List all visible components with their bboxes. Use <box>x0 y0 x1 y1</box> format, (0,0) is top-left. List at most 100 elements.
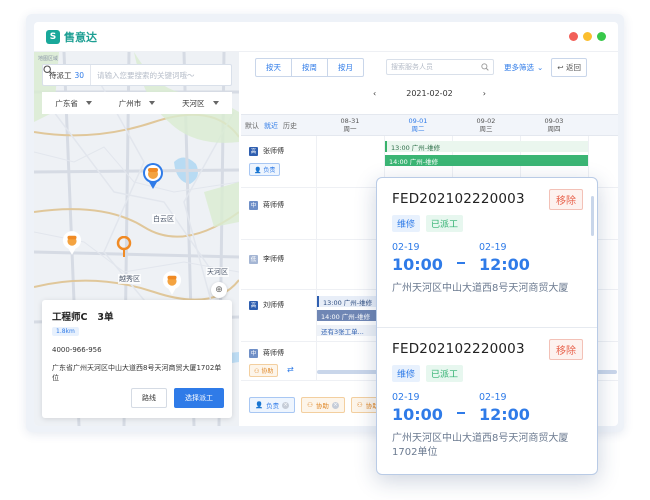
search-icon[interactable] <box>481 63 489 71</box>
worker-info: 高刘师傅 <box>249 300 284 310</box>
charge-chip[interactable]: 👤 负责 × <box>249 397 296 413</box>
engineer-card: 工程师C 3单 1.8km 4000-966-956 广东省广州天河区中山大道西… <box>42 300 232 418</box>
locate-icon[interactable]: ⊕ <box>211 282 227 298</box>
route-button[interactable]: 路线 <box>131 388 167 408</box>
schedule-slot[interactable]: 14:00 广州-维修 <box>317 310 383 321</box>
schedule-slot[interactable]: 14:00 广州-维修 <box>385 155 588 166</box>
date-navigator: ‹ 2021-02-02 › <box>241 82 618 104</box>
day-column-header: 09-01 周二 <box>384 117 452 133</box>
window-controls <box>569 32 606 41</box>
end-time: 02-19 12:00 <box>479 392 530 424</box>
remove-button[interactable]: 移除 <box>549 339 583 360</box>
filter-history[interactable]: 历史 <box>283 121 297 131</box>
day-weekday: 周一 <box>343 125 357 133</box>
staff-search-placeholder: 搜索服务人员 <box>391 63 433 71</box>
worker-level: 高 <box>249 300 258 310</box>
schedule-slot[interactable]: 13:00 广州-维修 <box>385 141 588 152</box>
day-weekday: 周四 <box>547 125 561 133</box>
maximize-window-dot[interactable] <box>597 32 606 41</box>
end-date: 02-19 <box>478 242 507 253</box>
chevron-left-icon[interactable]: ‹ <box>373 89 376 98</box>
engineer-name: 工程师C <box>52 312 88 323</box>
assist-icon: ⚇ <box>307 401 313 409</box>
filter-nearby[interactable]: 就近 <box>264 121 278 131</box>
more-orders-link[interactable]: 还有3张工单... <box>317 325 383 336</box>
end-hour: 12:00 <box>478 405 530 424</box>
more-filter-button[interactable]: 更多筛选 ⌄ <box>504 62 543 73</box>
engineer-address: 广东省广州天河区中山大道西8号天河商贸大厦1702单位 <box>52 364 222 382</box>
minimize-window-dot[interactable] <box>583 32 592 41</box>
city-select[interactable]: 广州市 <box>105 98 168 109</box>
logo-icon: S <box>46 29 60 44</box>
order-status-badge: 已派工 <box>426 365 464 382</box>
time-separator <box>456 262 465 264</box>
map-panel: 地图区域 待派工 30 请输入您要搜索的关键词哦～ 广东省 广州市 天河区 白云… <box>34 52 239 426</box>
close-icon[interactable]: × <box>331 401 339 409</box>
back-label: 返回 <box>565 62 581 72</box>
day-date: 09-01 <box>408 117 428 125</box>
engineer-orders: 3单 <box>97 312 114 323</box>
start-date: 02-19 <box>392 392 420 403</box>
engineer-card-actions: 路线 选择派工 <box>131 388 224 408</box>
sort-filters: 默认 就近 历史 <box>245 121 297 131</box>
order-time-range: 02-19 10:00 02-19 12:00 <box>392 242 583 274</box>
assist-chip[interactable]: ⚇ 协助 × <box>301 397 345 413</box>
pending-tab-count: 30 <box>74 70 85 80</box>
end-hour: 12:00 <box>478 255 530 274</box>
more-filter-label: 更多筛选 <box>504 62 534 72</box>
order-item[interactable]: FED202102220003 移除 维修 已派工 02-19 10:00 02-1… <box>377 178 597 327</box>
start-time: 02-19 10:00 <box>392 392 443 424</box>
order-address: 广州天河区中山大道西8号天河商贸大厦1702单位 <box>392 433 569 458</box>
time-separator <box>456 412 465 414</box>
map-label-tianhe: 天河区 <box>206 267 229 277</box>
remove-button[interactable]: 移除 <box>549 189 583 210</box>
district-value: 天河区 <box>182 98 205 108</box>
back-button[interactable]: ↩ 返回 <box>551 57 587 77</box>
user-icon: 👤 <box>255 401 264 409</box>
worker-name: 李师傅 <box>263 255 284 263</box>
engineer-distance: 1.8km <box>52 327 79 336</box>
engineer-pin-icon[interactable] <box>142 162 164 190</box>
assist-tag: ⚇ 协助 <box>249 364 279 377</box>
select-dispatch-button[interactable]: 选择派工 <box>174 388 224 408</box>
map-search-bar: 待派工 30 请输入您要搜索的关键词哦～ <box>42 64 232 86</box>
app-logo-text: 售意达 <box>64 30 97 44</box>
day-date: 09-02 <box>476 117 496 125</box>
view-week-tab[interactable]: 按周 <box>292 58 328 76</box>
location-pin-icon[interactable] <box>116 236 132 258</box>
map-search-input[interactable]: 请输入您要搜索的关键词哦～ <box>91 70 213 81</box>
assist-chip-label: 协助 <box>315 402 329 410</box>
close-window-dot[interactable] <box>569 32 578 41</box>
engineer-pin-icon[interactable] <box>162 270 182 296</box>
day-column-header: 09-02 周三 <box>452 117 520 133</box>
assist-icon: ⚇ <box>254 368 260 375</box>
caret-down-icon <box>149 101 156 105</box>
order-status-badge: 已派工 <box>426 215 464 232</box>
district-select[interactable]: 天河区 <box>169 98 232 109</box>
engineer-name-line: 工程师C 3单 <box>52 309 222 323</box>
province-select[interactable]: 广东省 <box>42 98 105 109</box>
worker-name: 刘师傅 <box>263 301 284 309</box>
engineer-phone: 4000-966-956 <box>52 346 102 354</box>
swap-icon[interactable]: ⇄ <box>287 365 294 374</box>
order-address: 广州天河区中山大道西8号天河商贸大厦 <box>392 283 569 294</box>
start-hour: 10:00 <box>392 405 443 424</box>
map[interactable]: 地图区域 待派工 30 请输入您要搜索的关键词哦～ 广东省 广州市 天河区 白云… <box>34 52 239 426</box>
engineer-pin-icon[interactable] <box>62 230 82 256</box>
order-list-popup: FED202102220003 移除 维修 已派工 02-19 10:00 02-1… <box>376 177 598 475</box>
assist-tag-label: 协助 <box>261 368 274 375</box>
view-month-tab[interactable]: 按月 <box>328 59 363 76</box>
close-icon[interactable]: × <box>282 401 290 409</box>
schedule-toolbar: 按天 按周 按月 搜索服务人员 更多筛选 ⌄ ↩ 返回 <box>241 52 618 82</box>
staff-search-input[interactable]: 搜索服务人员 <box>386 59 494 75</box>
end-date: 02-19 <box>478 392 507 403</box>
schedule-slot[interactable]: 13:00 广州-维修 <box>317 296 383 307</box>
worker-name: 张师傅 <box>263 147 284 155</box>
city-value: 广州市 <box>118 98 142 108</box>
charge-chip-label: 负责 <box>266 402 280 410</box>
worker-info: 中蒋师傅 <box>249 348 284 358</box>
view-day-tab[interactable]: 按天 <box>256 58 292 76</box>
chevron-right-icon[interactable]: › <box>483 89 486 98</box>
filter-default[interactable]: 默认 <box>245 121 259 131</box>
order-item[interactable]: FED202102220003 移除 维修 已派工 02-19 10:00 02-1… <box>377 327 597 474</box>
